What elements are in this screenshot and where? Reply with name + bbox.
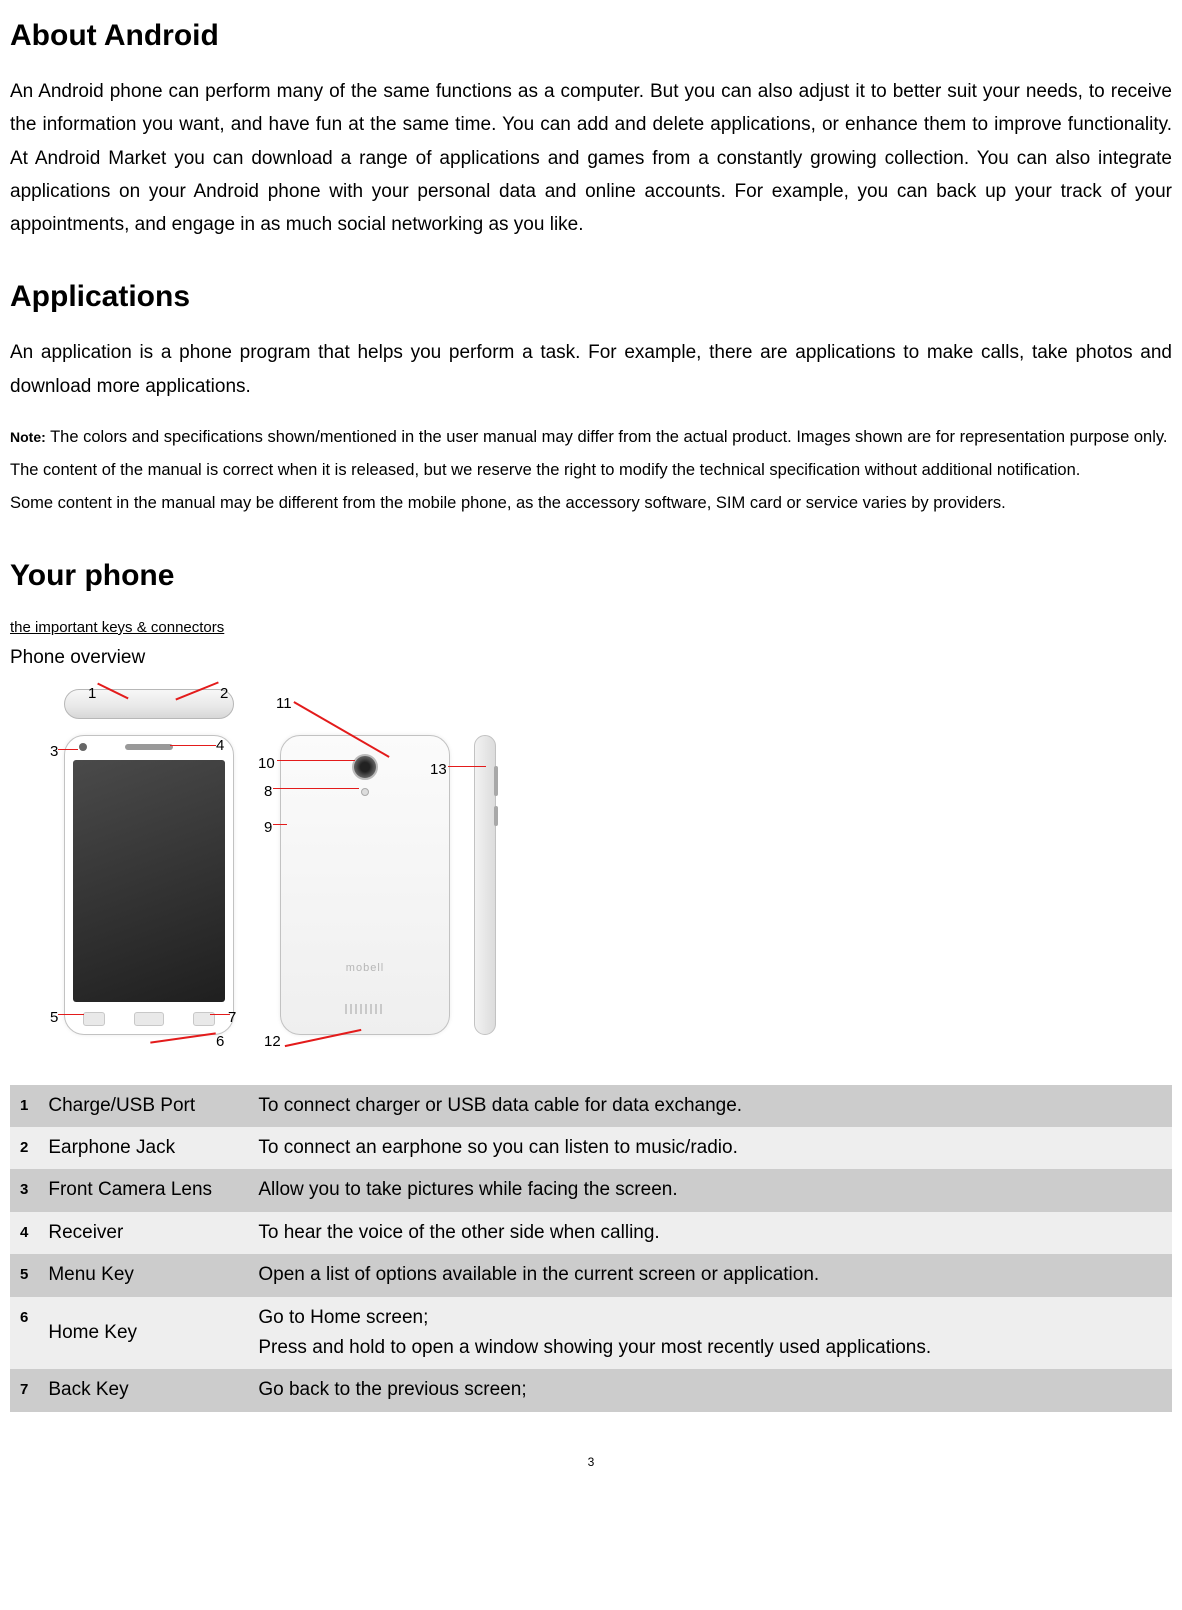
note-line-3: Some content in the manual may be differ…	[10, 494, 1006, 512]
row-name: Earphone Jack	[38, 1127, 248, 1169]
note-line-2: The content of the manual is correct whe…	[10, 461, 1080, 479]
callout-10: 10	[258, 751, 275, 777]
row-desc: Open a list of options available in the …	[248, 1254, 1172, 1296]
row-name: Back Key	[38, 1369, 248, 1411]
page-number: 3	[10, 1452, 1172, 1472]
table-row: 1 Charge/USB Port To connect charger or …	[10, 1085, 1172, 1127]
side-button-1	[494, 766, 498, 796]
callout-3: 3	[50, 739, 58, 765]
home-key-icon	[134, 1012, 164, 1026]
phone-back-view: mobell	[280, 735, 450, 1035]
leader-line	[170, 745, 216, 747]
table-row: 6 Home Key Go to Home screen; Press and …	[10, 1297, 1172, 1370]
leader-line	[58, 749, 78, 751]
table-row: 3 Front Camera Lens Allow you to take pi…	[10, 1169, 1172, 1211]
note-line-1: The colors and specifications shown/ment…	[50, 428, 1167, 446]
front-camera-dot	[79, 743, 87, 751]
table-row: 4 Receiver To hear the voice of the othe…	[10, 1212, 1172, 1254]
callout-8: 8	[264, 779, 272, 805]
phone-front-view	[64, 735, 234, 1035]
row-desc: Go to Home screen; Press and hold to ope…	[248, 1297, 1172, 1370]
note-label: Note:	[10, 429, 46, 445]
row-name: Receiver	[38, 1212, 248, 1254]
row-desc: To hear the voice of the other side when…	[248, 1212, 1172, 1254]
rear-camera-icon	[352, 754, 378, 780]
side-button-2	[494, 806, 498, 826]
speaker-grill-icon	[345, 1004, 385, 1014]
phone-side-view	[474, 735, 496, 1035]
row-index: 1	[10, 1085, 38, 1127]
row-name: Charge/USB Port	[38, 1085, 248, 1127]
row-index: 7	[10, 1369, 38, 1411]
brand-label: mobell	[281, 959, 449, 978]
callout-13: 13	[430, 757, 447, 783]
row-desc: To connect an earphone so you can listen…	[248, 1127, 1172, 1169]
row-index: 3	[10, 1169, 38, 1211]
row-index: 5	[10, 1254, 38, 1296]
leader-line	[448, 766, 486, 768]
about-body: An Android phone can perform many of the…	[10, 75, 1172, 241]
row-name: Front Camera Lens	[38, 1169, 248, 1211]
row-desc: Go back to the previous screen;	[248, 1369, 1172, 1411]
applications-body: An application is a phone program that h…	[10, 336, 1172, 403]
callout-6: 6	[216, 1029, 224, 1055]
row-index: 4	[10, 1212, 38, 1254]
leader-line	[273, 824, 287, 826]
table-row: 2 Earphone Jack To connect an earphone s…	[10, 1127, 1172, 1169]
row-name: Home Key	[38, 1297, 248, 1370]
note-block: Note: The colors and specifications show…	[10, 421, 1172, 520]
row-desc: To connect charger or USB data cable for…	[248, 1085, 1172, 1127]
flash-icon	[361, 788, 369, 796]
leader-line	[277, 760, 355, 762]
phone-screen	[73, 760, 225, 1002]
row-index: 2	[10, 1127, 38, 1169]
callout-2: 2	[220, 681, 228, 707]
leader-line	[58, 1014, 84, 1016]
heading-your-phone: Your phone	[10, 550, 1172, 601]
leader-line	[210, 1014, 230, 1016]
table-row: 7 Back Key Go back to the previous scree…	[10, 1369, 1172, 1411]
receiver-slot	[125, 744, 173, 750]
callout-9: 9	[264, 815, 272, 841]
table-row: 5 Menu Key Open a list of options availa…	[10, 1254, 1172, 1296]
callout-5: 5	[50, 1005, 58, 1031]
subheading-keys-connectors: the important keys & connectors	[10, 615, 1172, 641]
callout-1: 1	[88, 681, 96, 707]
leader-line	[273, 788, 359, 790]
heading-applications: Applications	[10, 271, 1172, 322]
heading-about: About Android	[10, 10, 1172, 61]
callout-12: 12	[264, 1029, 281, 1055]
menu-key-icon	[83, 1012, 105, 1026]
row-name: Menu Key	[38, 1254, 248, 1296]
row-desc: Allow you to take pictures while facing …	[248, 1169, 1172, 1211]
row-index: 6	[10, 1297, 38, 1370]
callout-4: 4	[216, 733, 224, 759]
callout-7: 7	[228, 1005, 236, 1031]
keys-table: 1 Charge/USB Port To connect charger or …	[10, 1085, 1172, 1412]
callout-11: 11	[276, 691, 292, 717]
phone-overview-label: Phone overview	[10, 642, 1172, 674]
phone-diagram: mobell 1 2 3 4 5 6 7 8 9 10 11 12 13	[10, 679, 550, 1049]
